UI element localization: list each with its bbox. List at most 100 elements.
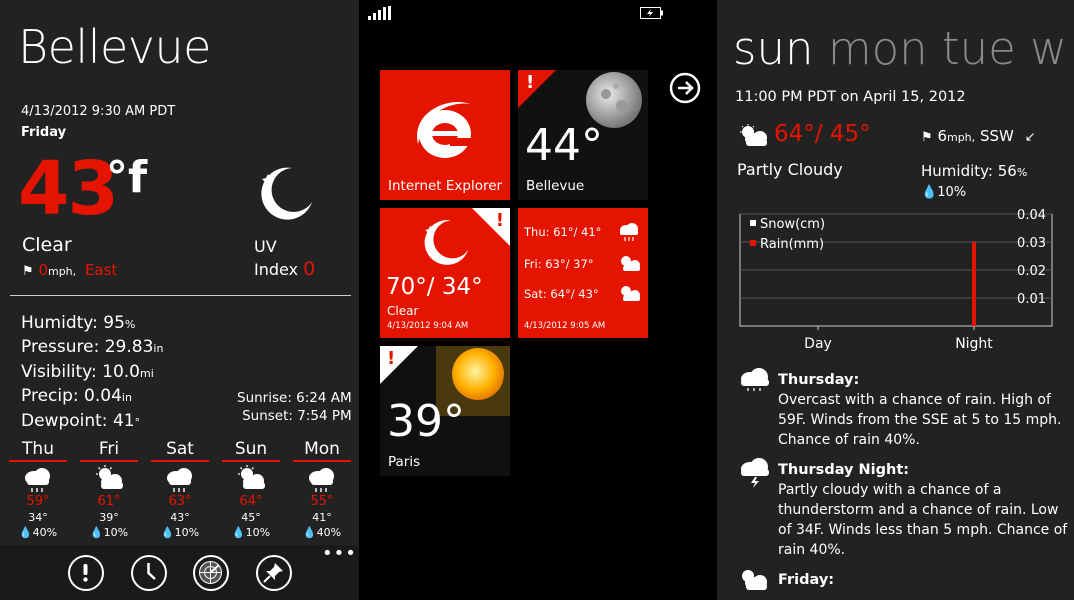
forecast-precip: 💧10% [89,526,129,539]
wind-unit: mph, [946,131,976,144]
current-condition: Clear [22,234,72,256]
forecast-text-block: Friday: [778,570,1070,590]
detail-wind: ⚑ 6mph, SSW ↙ [921,127,1036,145]
tile-internet-explorer[interactable]: Internet Explorer [380,70,510,200]
temperature-unit: °f [106,152,148,203]
tile-forecast-row: Thu: 61°/ 41° [524,225,602,239]
forecast-text-title: Thursday: [778,372,860,388]
chart-y-tick-label: 0.04 [1017,208,1046,223]
uv-label: UV [254,237,277,256]
chart-x-tick-label: Day [804,336,832,352]
tile-city: Paris [388,454,421,470]
chart-legend-label: Snow(cm) [760,217,825,232]
detail-datetime: 11:00 PM PDT on April 15, 2012 [735,89,966,105]
forecast-precip: 💧40% [302,526,342,539]
forecast-text-title: Friday: [778,572,835,588]
tile-forecast[interactable]: Thu: 61°/ 41° Fri: 63°/ 37° Sat: 64°/ 43… [518,208,648,338]
alert-button[interactable] [68,555,104,591]
forecast-day[interactable]: Sun 64° 45° 💧10% [221,438,281,540]
clock-icon [147,563,156,580]
next-arrow-button[interactable] [669,72,701,104]
forecast-day-name: Sun [234,439,268,459]
partly-cloudy-icon [79,464,139,494]
city-name: Bellevue [18,20,211,74]
forecast-day[interactable]: Sat 63° 43° 💧10% [150,438,210,540]
rain-cloud-icon [150,464,210,494]
tile-bellevue-weather[interactable]: ! 44° Bellevue [518,70,648,200]
tile-clear-weather[interactable]: ! 70°/ 34° Clear 4/13/2012 9:04 AM [380,208,510,338]
rain-cloud-icon [292,464,352,494]
wind-flag-icon: ⚑ [921,130,933,145]
internet-explorer-icon [414,100,478,162]
forecast-low: 34° [28,511,48,524]
chart-y-tick-label: 0.02 [1017,264,1046,279]
forecast-high: 64° [239,494,263,509]
forecast-day[interactable]: Fri 61° 39° 💧10% [79,438,139,540]
forecast-high: 61° [97,494,121,509]
sun-times: Sunrise: 6:24 AM Sunset: 7:54 PM [237,389,352,425]
detail-condition: Partly Cloudy [737,160,843,179]
pin-icon [263,563,283,583]
detail-precip: 💧10% [921,185,967,200]
chart-legend-label: Rain(mm) [760,237,824,252]
wind-speed: 0 [38,261,48,279]
tile-city: Bellevue [526,178,585,194]
forecast-high: 55° [310,494,334,509]
alert-icon: ! [495,210,504,231]
chart-legend-swatch [750,220,756,226]
chart-x-tick-label: Night [955,336,993,352]
wind-direction: East [84,261,118,279]
pin-button[interactable] [256,555,292,591]
tile-timestamp: 4/13/2012 9:04 AM [387,321,469,331]
pivot-other-days[interactable]: mon tue w [828,22,1067,75]
moon-stars-icon [256,164,314,222]
start-screen-panel: Internet Explorer ! 44° Bellevue ! 70°/ … [359,0,717,600]
forecast-day-name: Fri [98,439,120,459]
alert-icon: ! [526,72,535,93]
tile-condition: Clear [387,304,419,318]
raindrop-icon: 💧 [302,526,317,539]
wind-flag-icon: ⚑ [22,264,34,279]
forecast-day[interactable]: Thu 59° 34° 💧40% [8,438,68,540]
history-button[interactable] [131,555,167,591]
weather-stats: Humidty: 95% Pressure: 29.83in Visibilit… [21,312,163,434]
partly-cloudy-icon [737,124,769,148]
forecast-low: 45° [241,511,261,524]
forecast-day-name: Thu [22,439,54,459]
chart-bar [972,242,976,326]
more-options-button[interactable]: ••• [322,543,357,564]
divider [10,295,351,296]
alert-corner [518,70,556,108]
rain-cloud-icon [8,464,68,494]
stat-pressure: Pressure: 29.83in [21,337,164,358]
forecast-text-title: Thursday Night: [778,462,910,478]
battery-charging-icon [640,7,664,19]
arrow-right-icon [669,72,701,104]
pivot-active-day[interactable]: sun [733,22,814,75]
raindrop-icon: 💧 [18,526,33,539]
thunderstorm-icon [737,458,771,488]
forecast-low: 39° [99,511,119,524]
forecast-precip: 💧10% [160,526,200,539]
radar-button[interactable] [193,555,229,591]
app-bar [0,545,359,600]
stat-humidity: Humidty: 95% [21,313,136,333]
tile-temperature-range: 70°/ 34° [386,274,483,300]
forecast-day[interactable]: Mon 55° 41° 💧40% [292,438,352,540]
alert-corner [380,346,418,384]
observation-day: Friday [21,125,67,140]
forecast-underline [9,460,67,462]
rain-cloud-icon [737,368,771,392]
chart-legend-swatch [750,240,756,246]
wind-unit: mph, [47,265,77,278]
forecast-text-body: Partly cloudy with a chance of a thunder… [778,482,1068,558]
tile-timestamp: 4/13/2012 9:05 AM [524,321,606,331]
forecast-underline [222,460,280,462]
forecast-day-name: Sat [166,439,194,459]
daily-detail-panel: sun mon tue w 11:00 PM PDT on April 15, … [717,0,1074,600]
tile-paris-weather[interactable]: ! 39° Paris [380,346,510,476]
wind-direction-arrow-icon: ↙ [1024,130,1036,145]
forecast-underline [293,460,351,462]
forecast-high: 59° [26,494,50,509]
observation-datetime: 4/13/2012 9:30 AM PDT [21,104,176,119]
